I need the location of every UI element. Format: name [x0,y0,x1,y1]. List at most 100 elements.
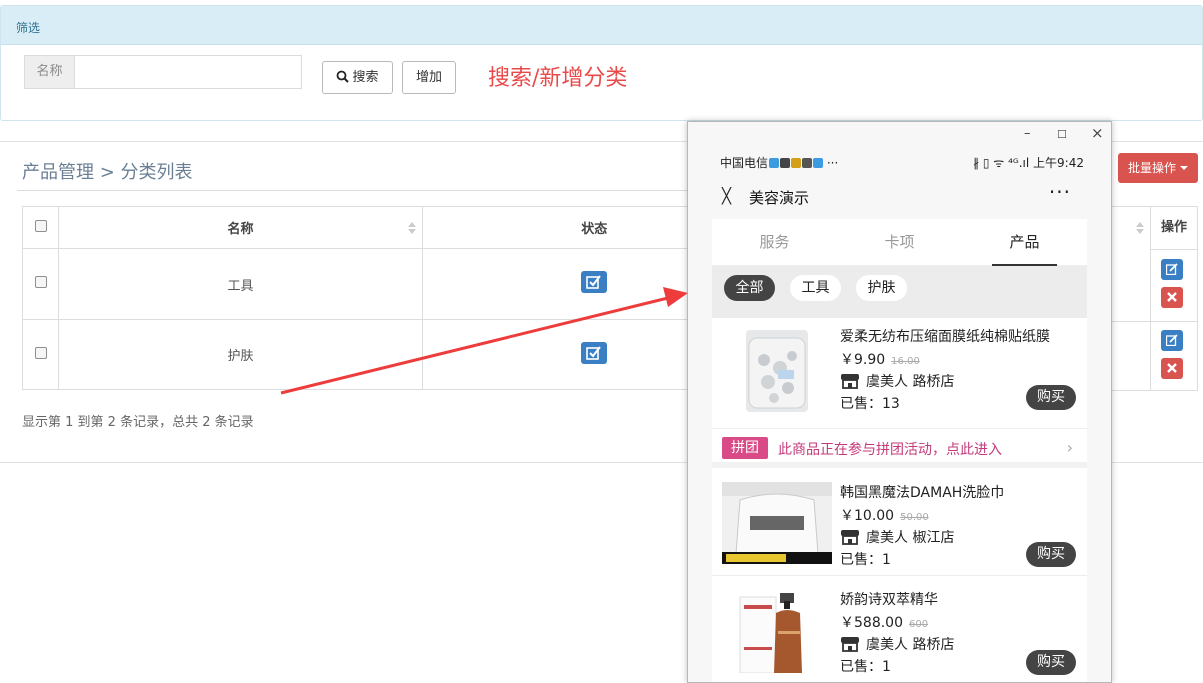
app-icon [802,158,813,168]
name-header[interactable]: 名称 [58,206,423,249]
breadcrumb-divider [17,190,687,191]
search-icon [337,70,350,83]
product-item[interactable]: 爱柔无纺布压缩面膜纸纯棉贴纸膜 ￥9.90 16.00 虞美人 路桥店 已售：13… [712,318,1087,427]
shop-name: 虞美人 路桥店 [866,637,955,653]
chevron-right-icon: › [1066,438,1073,457]
table-row: 护肤 [22,319,766,390]
filter-chips: 全部 工具 护肤 [712,266,1087,318]
current-price: ￥9.90 [840,352,886,368]
phone-preview-window: – ☐ × 中国电信 ··· ∦ ▯ ᯤ ⁴ᴳ.ıl 上午9:42 ╳ 美容演示… [687,121,1112,683]
chip-all[interactable]: 全部 [724,275,775,301]
maximize-button[interactable]: ☐ [1057,128,1067,141]
chip-skincare[interactable]: 护肤 [856,275,907,301]
sold-count: 已售：1 [840,552,891,568]
product-price: ￥588.00 600 [840,612,928,632]
more-icon[interactable]: ··· [1049,180,1071,204]
app-title-bar: ╳ 美容演示 ··· [710,176,1087,218]
annotation-text: 搜索/新增分类 [488,66,628,91]
select-all-checkbox[interactable] [34,219,47,232]
category-table: 名称 状态 工具 护肤 [22,206,766,390]
select-all-cell [22,206,59,249]
product-item[interactable]: 韩国黑魔法DAMAH洗脸巾 ￥10.00 50.00 虞美人 椒江店 已售：1 购… [712,474,1087,578]
group-buy-text: 此商品正在参与拼团活动，点此进入 [778,442,1002,458]
tab-product[interactable]: 产品 [962,231,1087,252]
product-item[interactable]: 娇韵诗双萃精华 ￥588.00 600 虞美人 路桥店 已售：1 购买 [712,581,1087,682]
app-icon [813,158,824,168]
close-window-button[interactable]: × [1091,124,1104,142]
buy-button[interactable]: 购买 [1026,650,1076,675]
phone-status-bar: 中国电信 ··· ∦ ▯ ᯤ ⁴ᴳ.ıl 上午9:42 [710,150,1090,172]
group-buy-badge: 拼团 [722,437,768,459]
batch-operation-button[interactable]: 批量操作 [1118,153,1198,183]
notification-overflow: ··· [826,156,839,170]
status-indicators: ∦ ▯ ᯤ ⁴ᴳ.ıl 上午9:42 [973,154,1084,171]
app-icon [791,158,802,168]
name-input-group: 名称 [24,55,302,89]
search-button[interactable]: 搜索 [322,61,393,94]
heart-icon [769,158,780,168]
edit-button[interactable] [1161,330,1183,351]
row-checkbox[interactable] [34,276,47,288]
shop-name: 虞美人 椒江店 [866,530,955,546]
edit-button[interactable] [1161,259,1183,280]
close-icon [1167,292,1177,302]
sold-count: 已售：13 [840,396,900,412]
clock-time: 上午9:42 [1033,156,1084,170]
app-title: 美容演示 [749,189,810,207]
action-column: 操作 [1110,206,1198,391]
edit-icon [1166,263,1178,275]
product-divider [712,575,1087,576]
sold-count: 已售：1 [840,659,891,675]
product-name: 娇韵诗双萃精华 [840,592,938,608]
delete-button[interactable] [1161,287,1183,308]
status-checked-icon[interactable] [581,271,608,293]
product-shop: 虞美人 路桥店 [840,634,954,654]
original-price: 16.00 [891,356,920,367]
minimize-button[interactable]: – [1024,126,1031,141]
chip-tools[interactable]: 工具 [790,275,841,301]
close-icon [1167,363,1177,373]
search-button-label: 搜索 [352,70,379,85]
current-price: ￥10.00 [840,508,895,524]
tab-service[interactable]: 服务 [712,231,837,252]
status-checked-icon[interactable] [581,341,608,364]
shop-icon [841,374,859,389]
row-name: 工具 [58,248,423,320]
shop-name: 虞美人 路桥店 [866,374,955,390]
name-label: 名称 [25,56,75,88]
window-titlebar: – ☐ × [688,122,1111,148]
column-divider [1150,250,1151,391]
delete-button[interactable] [1161,358,1183,379]
product-shop: 虞美人 路桥店 [840,371,954,391]
current-price: ￥588.00 [840,615,903,631]
sort-icon [1136,222,1144,234]
carrier-info: 中国电信 ··· [720,154,838,171]
filter-heading: 筛选 [1,6,1202,45]
signal-battery-icon: ∦ ▯ ᯤ ⁴ᴳ.ıl [973,156,1030,170]
original-price: 600 [909,619,929,630]
edit-icon [1166,334,1178,346]
row-checkbox[interactable] [34,346,47,359]
status-header-label: 状态 [581,222,608,237]
group-buy-banner[interactable]: 拼团 此商品正在参与拼团活动，点此进入 › [712,428,1087,468]
product-shop: 虞美人 椒江店 [840,527,954,547]
action-header: 操作 [1150,207,1197,250]
buy-button[interactable]: 购买 [1026,542,1076,567]
tab-card[interactable]: 卡项 [837,231,962,252]
carrier-name: 中国电信 [720,156,769,170]
table-header-row: 名称 状态 [22,206,766,249]
admin-page: 筛选 名称 搜索 增加 搜索/新增分类 产品管理 > 分类列表 批量操作 名称 … [0,0,1203,683]
table-row: 工具 [22,248,766,320]
batch-operation-label: 批量操作 [1127,161,1176,175]
category-tabs: 服务 卡项 产品 [712,219,1087,266]
product-image [722,330,832,412]
name-header-label: 名称 [227,222,254,237]
add-button[interactable]: 增加 [402,61,456,94]
name-search-input[interactable] [76,56,301,88]
close-icon[interactable]: ╳ [722,187,731,205]
breadcrumb: 产品管理 > 分类列表 [22,162,193,183]
buy-button[interactable]: 购买 [1026,385,1076,410]
phone-content: 服务 卡项 产品 全部 工具 护肤 爱柔无纺布压缩面膜纸纯棉贴纸膜 ￥9.90 … [712,219,1087,682]
pagination-info: 显示第 1 到第 2 条记录，总共 2 条记录 [22,415,254,430]
shop-icon [841,530,859,545]
